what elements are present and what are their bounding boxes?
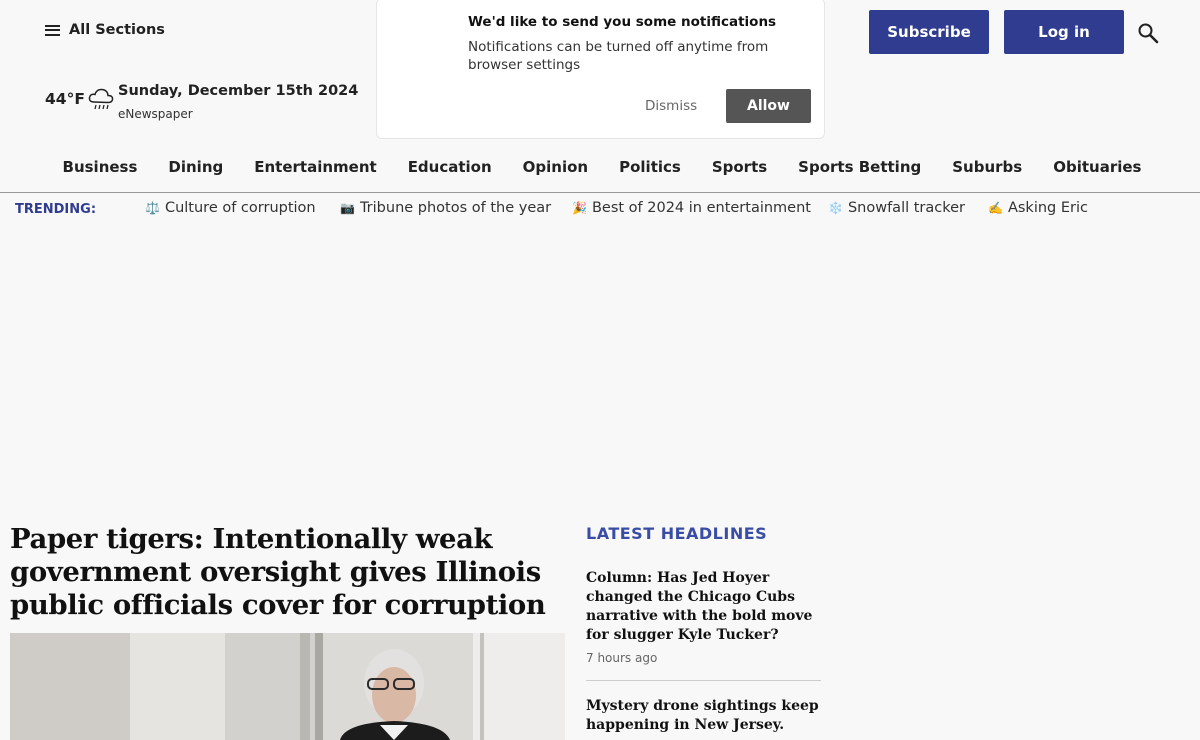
all-sections-button[interactable]: All Sections	[45, 22, 165, 38]
notification-prompt: We'd like to send you some notifications…	[376, 0, 825, 139]
enewspaper-link[interactable]: eNewspaper	[118, 107, 358, 121]
main-story-photo[interactable]	[10, 633, 565, 740]
party-popper-icon: 🎉	[572, 201, 587, 215]
headline-item-time: 7 hours ago	[586, 651, 658, 665]
latest-headlines-title: LATEST HEADLINES	[586, 524, 768, 543]
nav-divider	[0, 192, 1200, 193]
nav-item-entertainment[interactable]: Entertainment	[254, 158, 376, 176]
all-sections-label: All Sections	[69, 22, 165, 38]
dismiss-button[interactable]: Dismiss	[645, 98, 697, 114]
scales-icon: ⚖️	[145, 201, 160, 215]
subscribe-button[interactable]: Subscribe	[869, 10, 989, 54]
trending-item[interactable]: ✍️ Asking Eric	[988, 200, 1088, 216]
trending-item[interactable]: ⚖️ Culture of corruption	[145, 200, 316, 216]
trending-item-text: Asking Eric	[1007, 200, 1088, 216]
rain-cloud-icon	[88, 88, 114, 110]
trending-item[interactable]: 📷 Tribune photos of the year	[340, 200, 551, 216]
login-button[interactable]: Log in	[1004, 10, 1124, 54]
nav-item-obituaries[interactable]: Obituaries	[1053, 158, 1141, 176]
headline-item[interactable]: Column: Has Jed Hoyer changed the Chicag…	[586, 569, 821, 665]
menu-icon	[45, 24, 60, 36]
main-headline[interactable]: Paper tigers: Intentionally weak governm…	[10, 523, 570, 622]
snowflake-icon: ❄️	[828, 201, 843, 215]
nav-item-sports[interactable]: Sports	[712, 158, 767, 176]
nav-item-education[interactable]: Education	[408, 158, 492, 176]
photo-illustration	[10, 633, 565, 740]
temperature: 44°F	[45, 90, 85, 108]
trending-item[interactable]: 🎉 Best of 2024 in entertainment	[572, 200, 811, 216]
nav-item-suburbs[interactable]: Suburbs	[952, 158, 1022, 176]
nav-item-dining[interactable]: Dining	[168, 158, 223, 176]
camera-icon: 📷	[340, 201, 355, 215]
allow-button[interactable]: Allow	[726, 89, 811, 123]
weather-widget[interactable]: 44°F	[45, 86, 115, 112]
notification-body: Notifications can be turned off anytime …	[468, 39, 769, 73]
nav-item-business[interactable]: Business	[63, 158, 138, 176]
trending-item[interactable]: ❄️ Snowfall tracker	[828, 200, 965, 216]
headline-divider	[586, 680, 821, 681]
trending-item-text: Culture of corruption	[164, 200, 316, 216]
nav-item-sports-betting[interactable]: Sports Betting	[798, 158, 921, 176]
section-nav: Business Dining Entertainment Education …	[0, 158, 1200, 176]
headline-item-title: Column: Has Jed Hoyer changed the Chicag…	[586, 570, 813, 643]
current-date: Sunday, December 15th 2024	[118, 83, 359, 99]
notification-title: We'd like to send you some notifications	[468, 14, 777, 30]
trending-item-text: Best of 2024 in entertainment	[591, 200, 811, 216]
trending-label: TRENDING:	[15, 202, 97, 217]
trending-item-text: Tribune photos of the year	[359, 200, 552, 216]
headline-item[interactable]: Mystery drone sightings keep happening i…	[586, 697, 821, 735]
trending-bar: TRENDING: ⚖️ Culture of corruption 📷 Tribu…	[15, 200, 1200, 222]
nav-item-opinion[interactable]: Opinion	[523, 158, 588, 176]
writing-hand-icon: ✍️	[988, 201, 1003, 215]
headline-item-title: Mystery drone sightings keep happening i…	[586, 698, 819, 733]
trending-item-text: Snowfall tracker	[847, 200, 966, 216]
search-icon[interactable]	[1137, 22, 1159, 44]
date-block: Sunday, December 15th 2024 eNewspaper	[118, 83, 358, 121]
nav-item-politics[interactable]: Politics	[619, 158, 681, 176]
